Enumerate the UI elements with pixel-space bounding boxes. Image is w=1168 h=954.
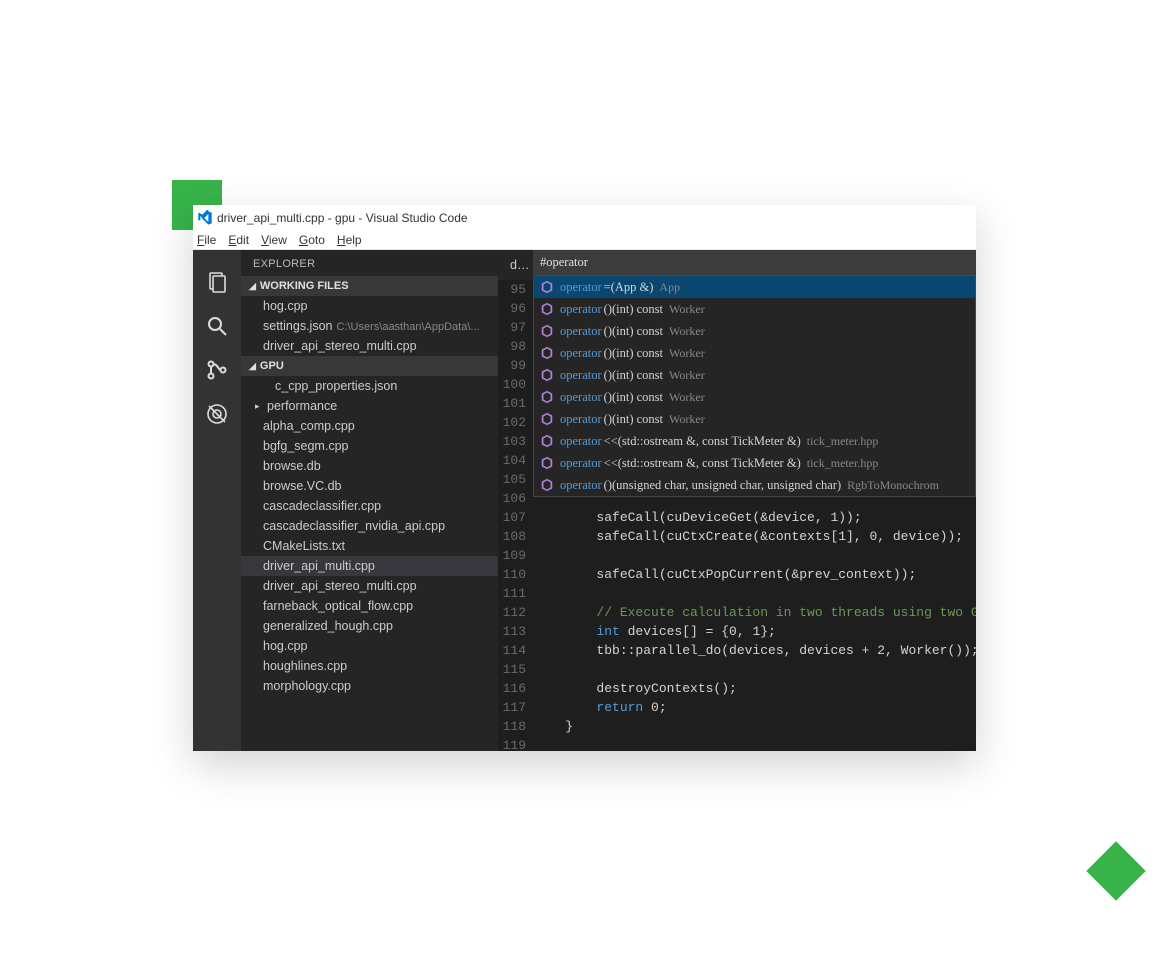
working-file-item[interactable]: driver_api_stereo_multi.cpp (241, 336, 498, 356)
working-files-header[interactable]: ◢WORKING FILES (241, 276, 498, 296)
editor: dr 9596979899100101102103104105106107108… (498, 250, 976, 751)
working-file-item[interactable]: hog.cpp (241, 296, 498, 316)
file-item[interactable]: bgfg_segm.cpp (241, 436, 498, 456)
method-icon (540, 478, 554, 492)
explorer-icon[interactable] (203, 268, 231, 296)
file-item[interactable]: morphology.cpp (241, 676, 498, 696)
decorative-diamond (1086, 841, 1145, 900)
method-icon (540, 434, 554, 448)
method-icon (540, 390, 554, 404)
method-icon (540, 280, 554, 294)
chevron-down-icon: ◢ (249, 361, 256, 372)
activity-bar (193, 250, 241, 751)
method-icon (540, 412, 554, 426)
symbol-search-input[interactable]: #operator (533, 250, 976, 275)
suggest-item[interactable]: operator()(unsigned char, unsigned char,… (534, 474, 975, 496)
file-item[interactable]: browse.db (241, 456, 498, 476)
suggest-item[interactable]: operator<<(std::ostream &, const TickMet… (534, 452, 975, 474)
window-title: driver_api_multi.cpp - gpu - Visual Stud… (217, 211, 468, 225)
line-gutter: 9596979899100101102103104105106107108109… (498, 280, 534, 751)
suggest-item[interactable]: operator()(int) constWorker (534, 364, 975, 386)
method-icon (540, 456, 554, 470)
chevron-down-icon: ◢ (249, 281, 256, 292)
menu-bar: File Edit View Goto Help (193, 230, 976, 250)
suggest-item[interactable]: operator()(int) constWorker (534, 320, 975, 342)
search-icon[interactable] (203, 312, 231, 340)
vscode-window: driver_api_multi.cpp - gpu - Visual Stud… (193, 205, 976, 751)
explorer-sidebar: EXPLORER ◢WORKING FILES hog.cppsettings.… (241, 250, 498, 751)
suggest-widget: operator=(App &)Appoperator()(int) const… (533, 275, 976, 497)
project-header[interactable]: ◢GPU (241, 356, 498, 376)
file-item[interactable]: c_cpp_properties.json (241, 376, 498, 396)
editor-tab[interactable]: dr (498, 258, 528, 272)
file-item[interactable]: alpha_comp.cpp (241, 416, 498, 436)
file-item[interactable]: driver_api_stereo_multi.cpp (241, 576, 498, 596)
menu-help[interactable]: Help (337, 233, 362, 247)
title-bar: driver_api_multi.cpp - gpu - Visual Stud… (193, 205, 976, 230)
suggest-item[interactable]: operator=(App &)App (534, 276, 975, 298)
method-icon (540, 368, 554, 382)
chevron-right-icon: ▸ (255, 401, 265, 412)
file-item[interactable]: generalized_hough.cpp (241, 616, 498, 636)
menu-edit[interactable]: Edit (228, 233, 249, 247)
suggest-item[interactable]: operator()(int) constWorker (534, 298, 975, 320)
method-icon (540, 346, 554, 360)
source-control-icon[interactable] (203, 356, 231, 384)
explorer-title: EXPLORER (241, 250, 498, 276)
file-item[interactable]: cascadeclassifier_nvidia_api.cpp (241, 516, 498, 536)
menu-file[interactable]: File (197, 233, 216, 247)
file-item[interactable]: driver_api_multi.cpp (241, 556, 498, 576)
file-item[interactable]: farneback_optical_flow.cpp (241, 596, 498, 616)
menu-goto[interactable]: Goto (299, 233, 325, 247)
file-item[interactable]: hog.cpp (241, 636, 498, 656)
working-file-item[interactable]: settings.jsonC:\Users\aasthan\AppData\..… (241, 316, 498, 336)
suggest-item[interactable]: operator()(int) constWorker (534, 342, 975, 364)
file-item[interactable]: browse.VC.db (241, 476, 498, 496)
file-item[interactable]: cascadeclassifier.cpp (241, 496, 498, 516)
method-icon (540, 302, 554, 316)
menu-view[interactable]: View (261, 233, 287, 247)
method-icon (540, 324, 554, 338)
suggest-item[interactable]: operator()(int) constWorker (534, 408, 975, 430)
vscode-logo-icon (197, 210, 213, 226)
file-item[interactable]: CMakeLists.txt (241, 536, 498, 556)
file-item[interactable]: houghlines.cpp (241, 656, 498, 676)
suggest-item[interactable]: operator<<(std::ostream &, const TickMet… (534, 430, 975, 452)
file-item[interactable]: ▸performance (241, 396, 498, 416)
suggest-item[interactable]: operator()(int) constWorker (534, 386, 975, 408)
debug-icon[interactable] (203, 400, 231, 428)
